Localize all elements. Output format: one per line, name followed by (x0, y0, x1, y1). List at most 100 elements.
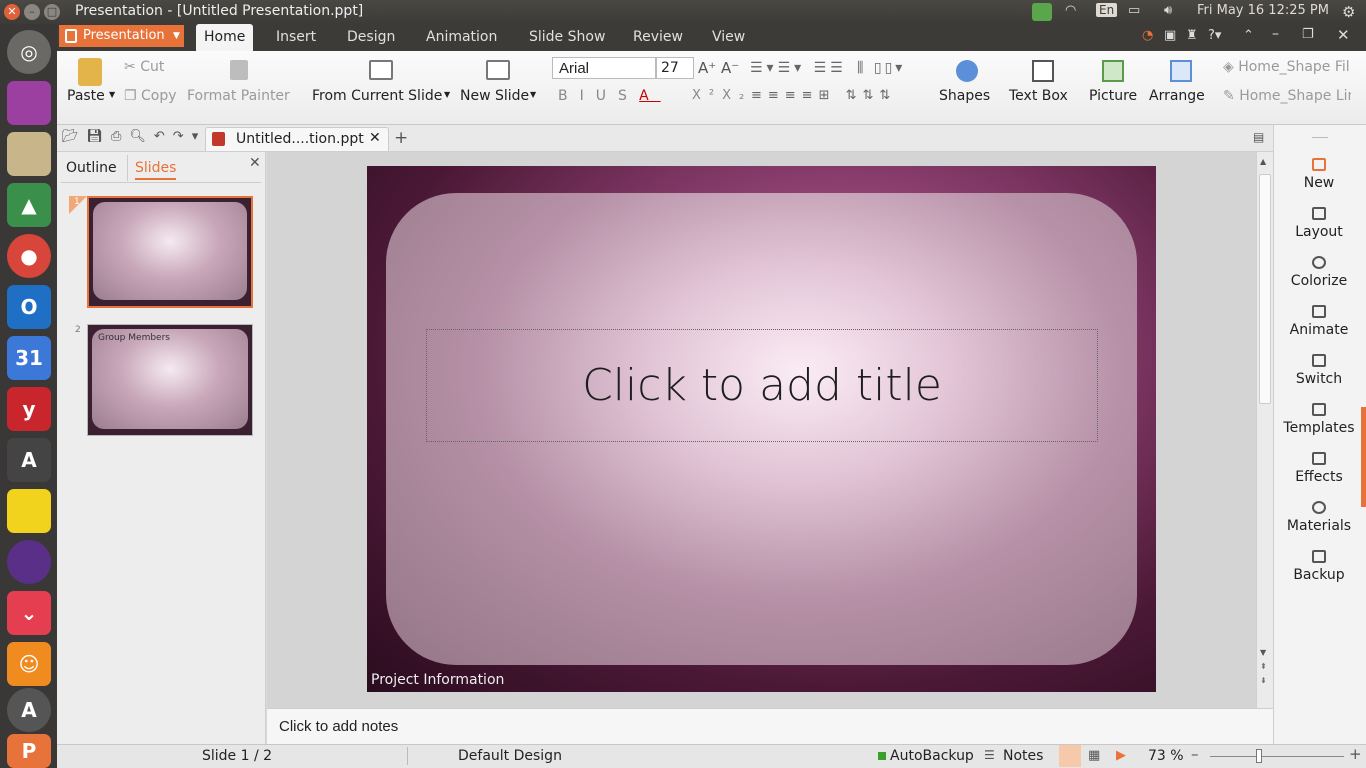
paste-icon[interactable] (78, 58, 102, 86)
yahoo-icon[interactable]: y (7, 387, 51, 431)
media-app-icon[interactable] (7, 81, 51, 125)
font-size-select[interactable]: 27 (656, 57, 694, 79)
volume-icon[interactable]: 🔊︎ (1164, 3, 1172, 18)
close-pane-icon[interactable]: ✕ (249, 155, 261, 171)
column-icons[interactable]: ⫼ ▯▯▾ (857, 60, 905, 76)
format-painter-button[interactable]: Format Painter (187, 88, 290, 104)
new-slide-icon[interactable] (486, 60, 510, 80)
chevron-down-icon[interactable]: ▼ (444, 90, 450, 99)
task-layout[interactable]: Layout (1274, 207, 1364, 240)
system-gear-icon[interactable]: ⚙ (1342, 3, 1355, 21)
minimize-icon[interactable]: – (1272, 26, 1279, 42)
grow-font-icon[interactable]: A⁺ A⁻ (698, 59, 739, 77)
slide-thumbnail-2[interactable]: Group Members (87, 324, 253, 436)
cut-button[interactable]: ✂ Cut (124, 59, 164, 75)
battery-icon[interactable]: ▭ (1128, 3, 1140, 18)
app-menu-button[interactable]: Presentation ▼ (59, 25, 184, 47)
task-templates[interactable]: Templates (1274, 403, 1364, 436)
text-box-icon[interactable] (1032, 60, 1054, 82)
collapse-ribbon-icon[interactable]: ⌃ (1243, 28, 1254, 43)
tab-outline[interactable]: Outline (66, 160, 117, 176)
chevron-down-icon[interactable]: ▼ (530, 90, 536, 99)
scroll-down-icon[interactable]: ▼ (1260, 648, 1266, 657)
tab-slide-show[interactable]: Slide Show (521, 24, 613, 51)
notes-area[interactable]: Click to add notes (267, 708, 1273, 744)
slide-thumbnail-1[interactable] (87, 196, 253, 308)
tab-slides[interactable]: Slides (135, 160, 177, 180)
copy-button[interactable]: ❐ Copy (124, 88, 177, 104)
tab-animation[interactable]: Animation (418, 24, 505, 51)
tab-home[interactable]: Home (196, 24, 254, 51)
task-colorize[interactable]: Colorize (1274, 256, 1364, 289)
eclipse-icon[interactable] (7, 540, 51, 584)
title-placeholder[interactable]: Click to add title (426, 329, 1098, 442)
chevron-down-icon[interactable]: ▼ (109, 90, 115, 99)
update-icon[interactable] (1032, 3, 1052, 21)
calendar-icon[interactable]: 31 (7, 336, 51, 380)
task-effects[interactable]: Effects (1274, 452, 1364, 485)
task-new[interactable]: New (1274, 158, 1364, 191)
tab-view[interactable]: View (704, 24, 753, 51)
google-drive-icon[interactable]: ▲ (7, 183, 51, 227)
vertical-scrollbar[interactable]: ▲ ▼ ⇞ ⇟ (1256, 152, 1273, 708)
slide-canvas[interactable]: Click to add title Project Information (367, 166, 1156, 692)
close-tab-icon[interactable]: ✕ (369, 130, 381, 146)
slideshow-view-icon[interactable]: ▶ (1116, 748, 1126, 763)
arrange-icon[interactable] (1170, 60, 1192, 82)
normal-view-icon[interactable] (1059, 745, 1081, 767)
tab-menu-icon[interactable]: ▤ (1253, 130, 1264, 144)
presentation-app-icon[interactable]: P (7, 734, 51, 768)
skin-icon[interactable]: ◔ (1142, 28, 1153, 43)
picture-icon[interactable] (1102, 60, 1124, 82)
clock[interactable]: Fri May 16 12:25 PM (1197, 3, 1329, 18)
task-backup[interactable]: Backup (1274, 550, 1364, 583)
notes-button[interactable]: Notes (1003, 748, 1043, 764)
new-slide-button[interactable]: New Slide (460, 88, 529, 104)
super-sub-icons[interactable]: X²X₂ (692, 88, 752, 103)
document-tab[interactable]: Untitled....tion.ppt ✕ (205, 127, 389, 151)
notes-icon[interactable]: ☰ (984, 748, 995, 762)
help-icon[interactable]: ?▾ (1208, 28, 1221, 43)
zoom-in-icon[interactable]: + (1349, 745, 1362, 763)
shapes-button[interactable]: Shapes (939, 88, 990, 104)
tab-review[interactable]: Review (625, 24, 691, 51)
text-box-button[interactable]: Text Box (1009, 88, 1068, 104)
shapes-icon[interactable] (956, 60, 978, 82)
paste-button[interactable]: Paste (67, 88, 105, 104)
picture-button[interactable]: Picture (1089, 88, 1137, 104)
close-window-button[interactable]: ✕ (4, 4, 20, 20)
shape-line-button[interactable]: ✎ Home_Shape Lin (1223, 88, 1351, 104)
tab-design[interactable]: Design (339, 24, 403, 51)
minimize-window-button[interactable]: – (24, 4, 40, 20)
scroll-up-icon[interactable]: ▲ (1260, 157, 1266, 166)
autobackup-button[interactable]: AutoBackup (890, 748, 974, 764)
arrange-button[interactable]: Arrange (1149, 88, 1205, 104)
updater-icon[interactable]: A (7, 688, 51, 732)
format-painter-icon[interactable] (230, 60, 248, 80)
wifi-icon[interactable]: ◠ (1065, 3, 1076, 18)
quick-access-icons[interactable]: 📂︎💾︎⎙🔍︎↶↷▾ (62, 129, 206, 144)
font-name-select[interactable]: Arial (552, 57, 656, 79)
software-icon[interactable]: A (7, 438, 51, 482)
task-switch[interactable]: Switch (1274, 354, 1364, 387)
zoom-out-icon[interactable]: – (1191, 745, 1199, 763)
scroll-thumb[interactable] (1259, 174, 1271, 404)
new-tab-plus-icon[interactable]: + (394, 128, 408, 148)
zoom-level[interactable]: 73 % (1148, 748, 1184, 764)
maximize-window-button[interactable]: □ (44, 4, 60, 20)
outlook-icon[interactable]: O (7, 285, 51, 329)
sorter-view-icon[interactable]: ▦ (1088, 748, 1100, 763)
zoom-slider[interactable] (1210, 756, 1344, 757)
shirt-icon[interactable]: ♜ (1186, 28, 1198, 43)
from-current-slide-icon[interactable] (369, 60, 393, 80)
settings-icon[interactable]: ▣ (1164, 28, 1176, 43)
messenger-icon[interactable]: ☺ (7, 642, 51, 686)
tab-insert[interactable]: Insert (268, 24, 324, 51)
files-icon[interactable] (7, 132, 51, 176)
dash-home-icon[interactable]: ◎ (7, 30, 51, 74)
keyboard-layout-indicator[interactable]: En (1096, 3, 1118, 17)
prev-slide-icon[interactable]: ⇞ (1260, 662, 1267, 671)
list-icons[interactable]: ☰▾☰▾ ☰☰ (750, 60, 847, 76)
chrome-icon[interactable]: ● (7, 234, 51, 278)
task-materials[interactable]: Materials (1274, 501, 1364, 534)
